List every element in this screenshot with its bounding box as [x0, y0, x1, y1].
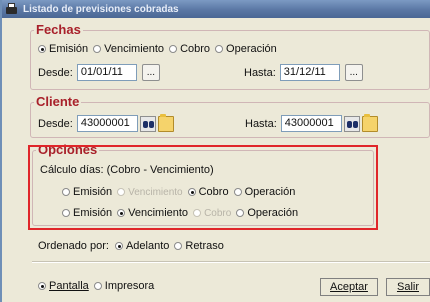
binoculars-icon[interactable] [343, 115, 360, 132]
opciones-row2-vencimiento[interactable]: Vencimiento [117, 207, 188, 219]
fechas-hasta-input[interactable]: 31/12/11 [279, 64, 340, 81]
aceptar-button[interactable]: Aceptar [320, 278, 378, 296]
cliente-hasta-input[interactable]: 43000001 [280, 115, 342, 132]
fechas-options: Emisión Vencimiento Cobro Operación [38, 43, 282, 55]
orden-radio-adelanto[interactable]: Adelanto [114, 240, 169, 252]
cliente-desde-label: Desde: [38, 117, 73, 130]
salir-button[interactable]: Salir [386, 278, 430, 296]
orden-row: Ordenado por: Adelanto Retraso [38, 240, 229, 252]
opciones-row1: Emisión Vencimiento Cobro Operación [62, 186, 300, 198]
opciones-row2-operacion[interactable]: Operación [236, 207, 298, 219]
orden-radio-retraso[interactable]: Retraso [174, 240, 224, 252]
fechas-desde-row: Desde: 01/01/11 ... [38, 64, 160, 81]
fechas-hasta-label: Hasta: [244, 66, 276, 79]
dialog-window: Listado de previsiones cobradas Fechas E… [0, 0, 430, 302]
opciones-calc-row: Cálculo días: (Cobro - Vencimiento) [40, 164, 214, 176]
fechas-radio-cobro[interactable]: Cobro [169, 43, 210, 55]
fechas-radio-operacion[interactable]: Operación [215, 43, 277, 55]
opciones-row2-emision[interactable]: Emisión [62, 207, 112, 219]
opciones-row2-cobro: Cobro [193, 208, 231, 219]
opciones-row1-vencimiento: Vencimiento [117, 187, 183, 198]
opciones-calc-label: Cálculo días: (Cobro - Vencimiento) [40, 164, 214, 176]
orden-label: Ordenado por: [38, 240, 109, 252]
printer-icon [5, 3, 19, 15]
window-title: Listado de previsiones cobradas [23, 3, 179, 15]
fechas-desde-label: Desde: [38, 66, 73, 79]
opciones-row1-cobro[interactable]: Cobro [187, 186, 229, 198]
cliente-desde-row: Desde: 43000001 [38, 113, 174, 132]
cliente-legend: Cliente [34, 94, 82, 109]
cliente-desde-input[interactable]: 43000001 [76, 115, 138, 132]
opciones-row1-emision[interactable]: Emisión [62, 186, 112, 198]
fechas-radio-vencimiento[interactable]: Vencimiento [93, 43, 164, 55]
opciones-row2: Emisión Vencimiento Cobro Operación [62, 207, 303, 219]
fechas-hasta-picker-button[interactable]: ... [344, 64, 363, 81]
fechas-desde-picker-button[interactable]: ... [141, 64, 160, 81]
salida-radio-impresora[interactable]: Impresora [93, 280, 154, 292]
fechas-desde-input[interactable]: 01/01/11 [76, 64, 137, 81]
salida-row: Pantalla Impresora [38, 280, 159, 292]
fechas-group: Fechas [30, 22, 430, 90]
cliente-hasta-row: Hasta: 43000001 [245, 113, 378, 132]
fechas-hasta-row: Hasta: 31/12/11 ... [244, 64, 363, 81]
fechas-radio-emision[interactable]: Emisión [38, 43, 88, 55]
folder-icon[interactable] [157, 113, 174, 132]
binoculars-icon[interactable] [139, 115, 156, 132]
fechas-legend: Fechas [34, 22, 83, 37]
salida-radio-pantalla[interactable]: Pantalla [38, 280, 89, 292]
opciones-row1-operacion[interactable]: Operación [233, 186, 295, 198]
folder-icon[interactable] [361, 113, 378, 132]
cliente-hasta-label: Hasta: [245, 117, 277, 130]
divider [32, 261, 430, 263]
title-bar[interactable]: Listado de previsiones cobradas [2, 0, 430, 18]
